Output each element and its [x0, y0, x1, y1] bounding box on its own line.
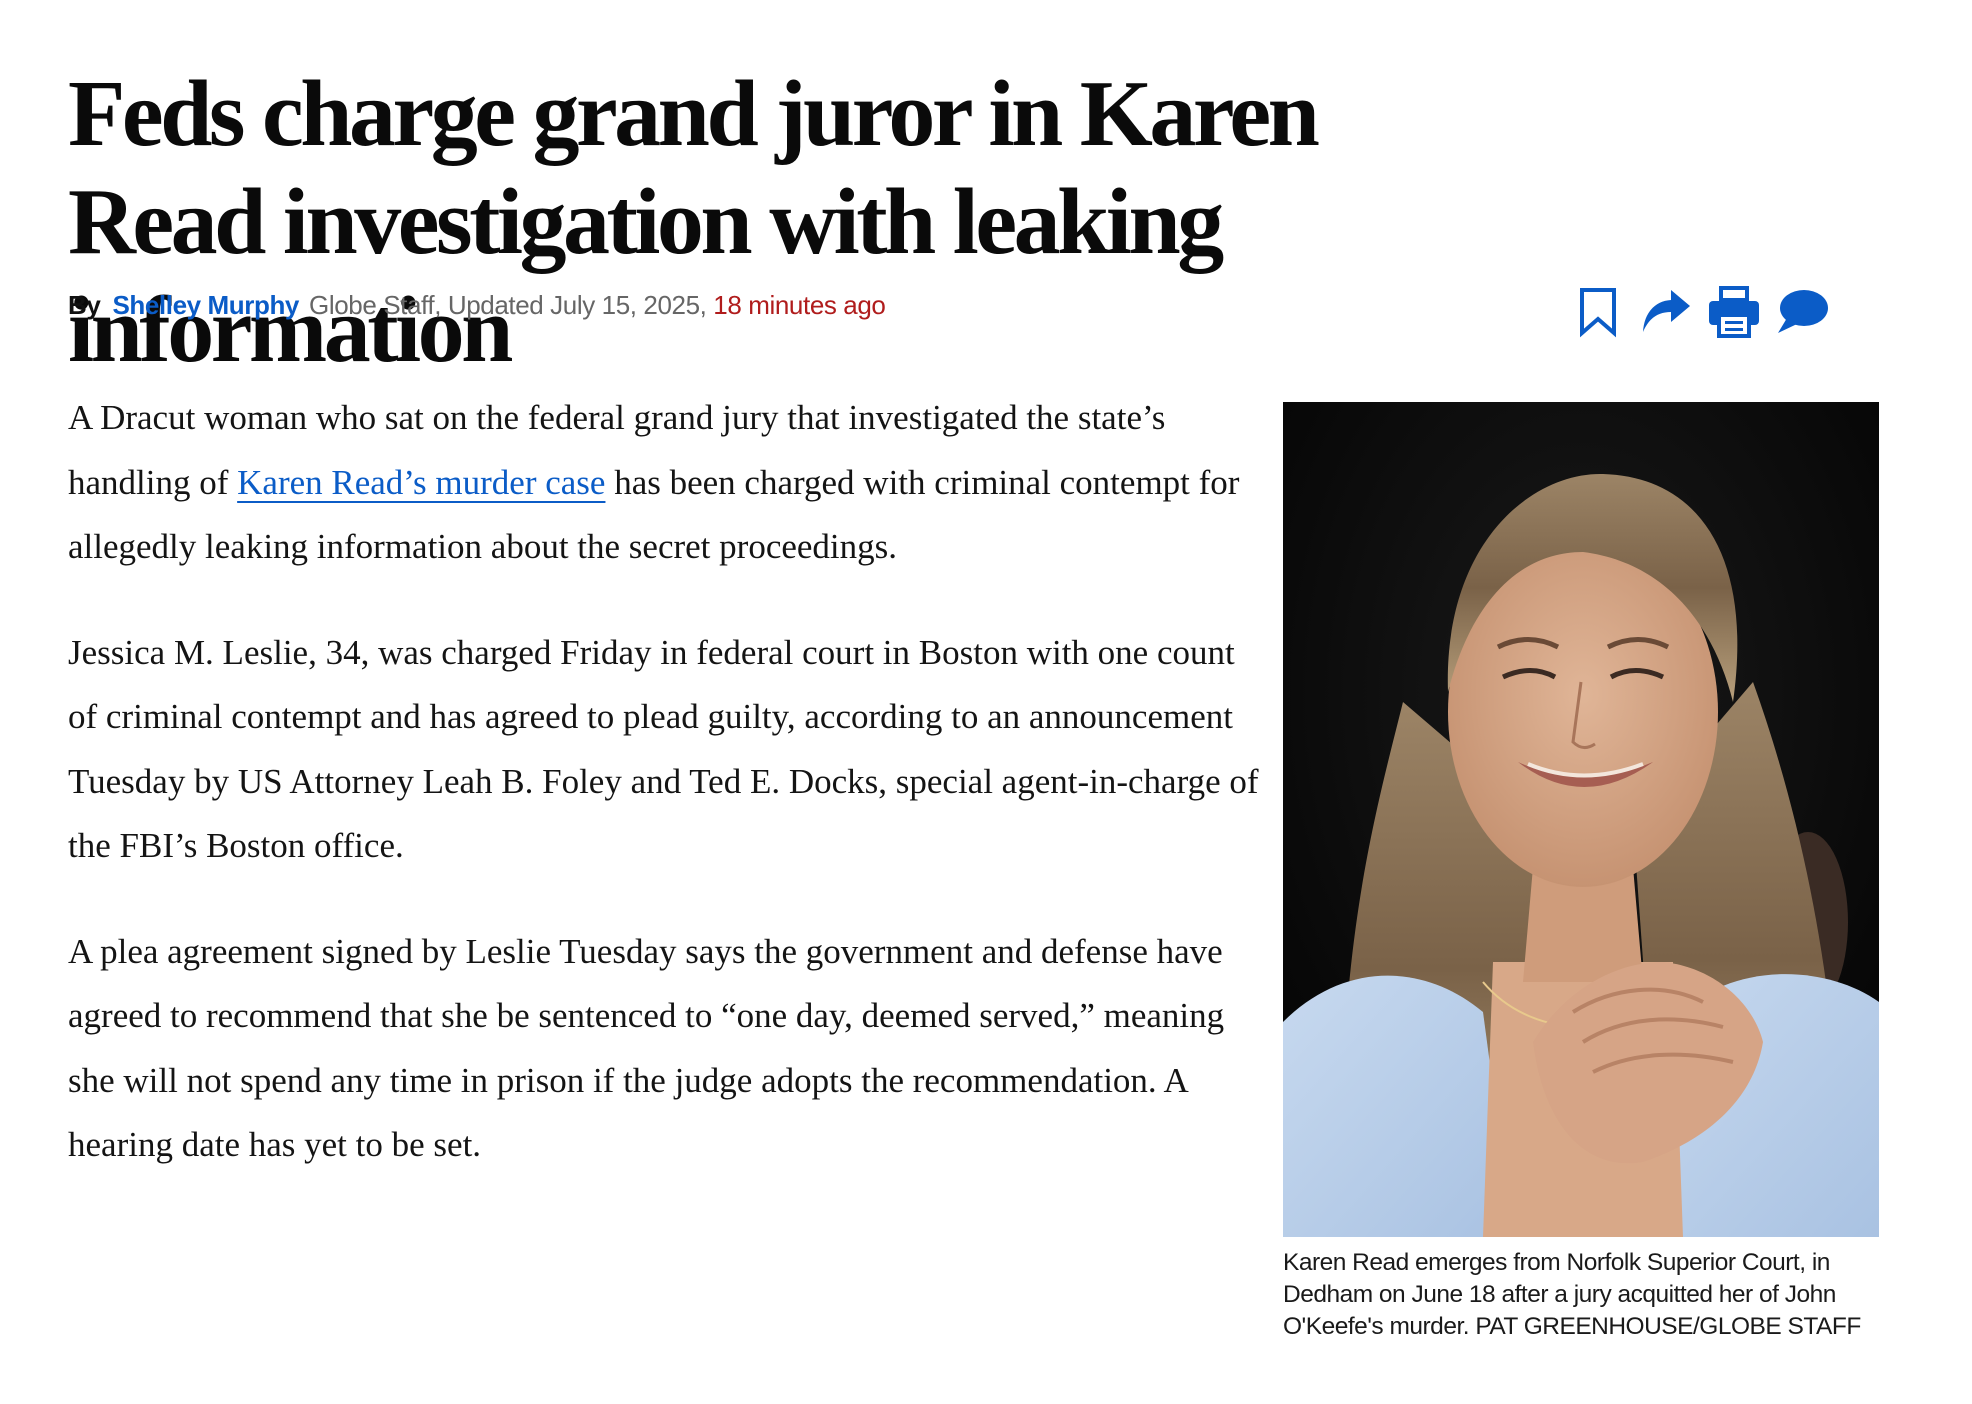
comment-icon [1778, 290, 1828, 333]
photo-caption: Karen Read emerges from Norfolk Superior… [1283, 1249, 1861, 1340]
bookmark-button[interactable] [1570, 284, 1626, 340]
article-photo [1283, 402, 1879, 1237]
comment-button[interactable] [1774, 284, 1830, 340]
byline-meta: Globe Staff, Updated July 15, 2025, [309, 290, 707, 320]
author-link[interactable]: Shelley Murphy [112, 290, 299, 320]
paragraph: A Dracut woman who sat on the federal gr… [68, 398, 1240, 566]
article-body: A Dracut woman who sat on the federal gr… [68, 386, 1263, 1219]
share-icon [1643, 290, 1690, 332]
karen-read-case-link[interactable]: Karen Read’s murder case [237, 463, 605, 502]
paragraph: A plea agreement signed by Leslie Tuesda… [68, 931, 1225, 1165]
byline: By Shelley Murphy Globe Staff, Updated Jul… [68, 287, 886, 323]
timestamp: 18 minutes ago [713, 290, 886, 320]
byline-prefix: By [68, 290, 101, 320]
print-icon [1709, 286, 1759, 338]
print-button[interactable] [1706, 284, 1762, 340]
headline: Feds charge grand juror in Karen Read in… [68, 62, 1320, 382]
article-tools [1570, 284, 1830, 340]
bookmark-icon [1580, 288, 1616, 338]
paragraph: Jessica M. Leslie, 34, was charged Frida… [68, 632, 1259, 866]
share-button[interactable] [1638, 284, 1694, 340]
article-figure: Karen Read emerges from Norfolk Superior… [1283, 402, 1879, 1343]
